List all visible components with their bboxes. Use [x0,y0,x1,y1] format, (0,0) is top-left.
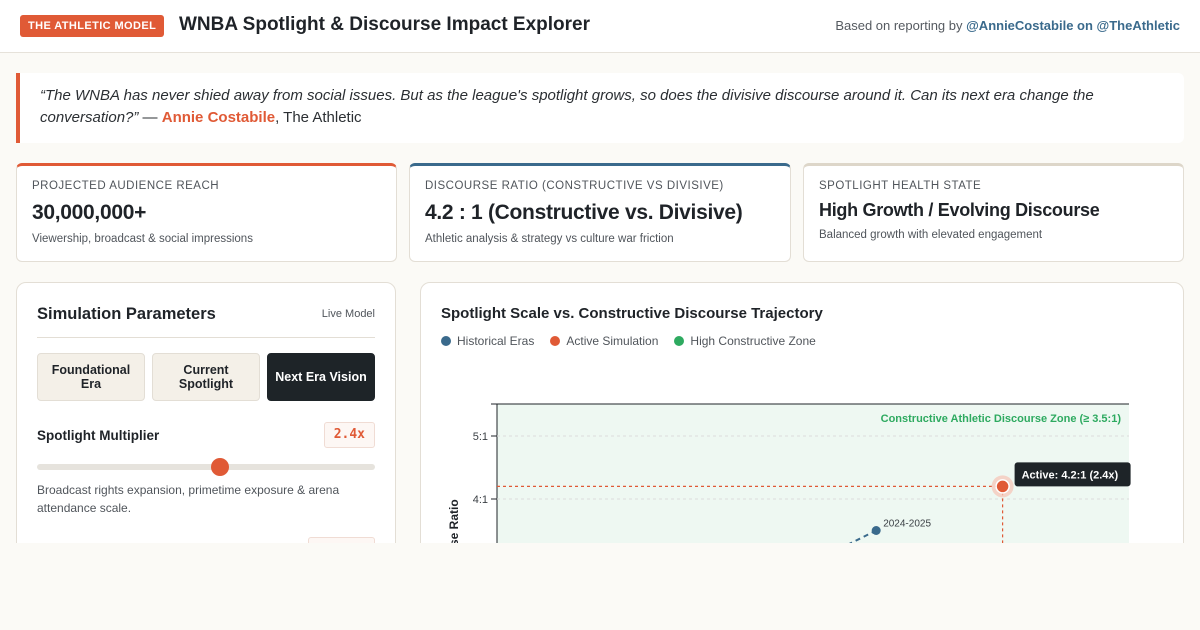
card-subtext: Athletic analysis & strategy vs culture … [425,233,674,245]
era-button-next[interactable]: Next Era Vision [267,353,375,401]
card-label: SPOTLIGHT HEALTH STATE [819,180,982,192]
page-bottom-fill [0,543,1200,630]
app-title: WNBA Spotlight & Discourse Impact Explor… [179,14,591,35]
source-prefix: Based on reporting by [835,18,967,33]
quote-author: Annie Costabile [161,109,276,126]
era-selector: Foundational Era Current Spotlight Next … [37,353,375,401]
multiplier-slider-thumb[interactable] [210,458,229,476]
historical-point-label: 2024-2025 [883,519,931,530]
multiplier-slider-track[interactable] [37,464,375,470]
trajectory-chart: 5:14:1Discourse RatioConstructive Athlet… [447,403,1131,583]
card-label: PROJECTED AUDIENCE REACH [32,180,220,192]
card-audience-reach: PROJECTED AUDIENCE REACH 30,000,000+ Vie… [16,163,397,262]
source-credit: Based on reporting by @AnnieCostabile on… [835,18,1180,33]
active-tooltip-text: Active: 4.2:1 (2.4x) [1022,469,1119,481]
brand-badge: THE ATHLETIC MODEL [20,15,165,37]
historical-point [871,526,881,535]
simulation-panel: Simulation Parameters Live Model Foundat… [16,282,396,582]
multiplier-label: Spotlight Multiplier [37,428,160,443]
y-tick-label: 4:1 [473,494,488,506]
zone-label: Constructive Athletic Discourse Zone (≥ … [881,413,1122,425]
card-label: DISCOURSE RATIO (CONSTRUCTIVE VS DIVISIV… [425,180,724,192]
multiplier-description: Broadcast rights expansion, primetime ex… [37,483,340,515]
card-subtext: Viewership, broadcast & social impressio… [32,233,253,245]
source-handle-link[interactable]: @AnnieCostabile on @TheAthletic [966,18,1180,33]
card-subtext: Balanced growth with elevated engagement [819,229,1043,241]
card-value: 4.2 : 1 (Constructive vs. Divisive) [425,201,743,224]
divider [37,337,375,338]
era-button-foundational[interactable]: Foundational Era [37,353,145,401]
quote-outlet: , The Athletic [275,109,362,126]
quote-dash: — [138,109,162,126]
card-value: High Growth / Evolving Discourse [819,200,1100,220]
multiplier-value: 2.4x [323,422,375,448]
card-discourse-ratio: DISCOURSE RATIO (CONSTRUCTIVE VS DIVISIV… [409,163,791,262]
live-model-indicator: Live Model [321,308,375,320]
card-value: 30,000,000+ [32,201,147,224]
pull-quote: “The WNBA has never shied away from soci… [16,73,1184,143]
y-tick-label: 5:1 [473,431,488,443]
chart-panel: Spotlight Scale vs. Constructive Discour… [420,282,1184,583]
panel-title: Simulation Parameters [37,305,216,323]
era-button-current[interactable]: Current Spotlight [152,353,260,401]
app-header: THE ATHLETIC MODEL WNBA Spotlight & Disc… [0,0,1200,53]
active-point [995,479,1010,494]
card-health-state: SPOTLIGHT HEALTH STATE High Growth / Evo… [803,163,1184,262]
